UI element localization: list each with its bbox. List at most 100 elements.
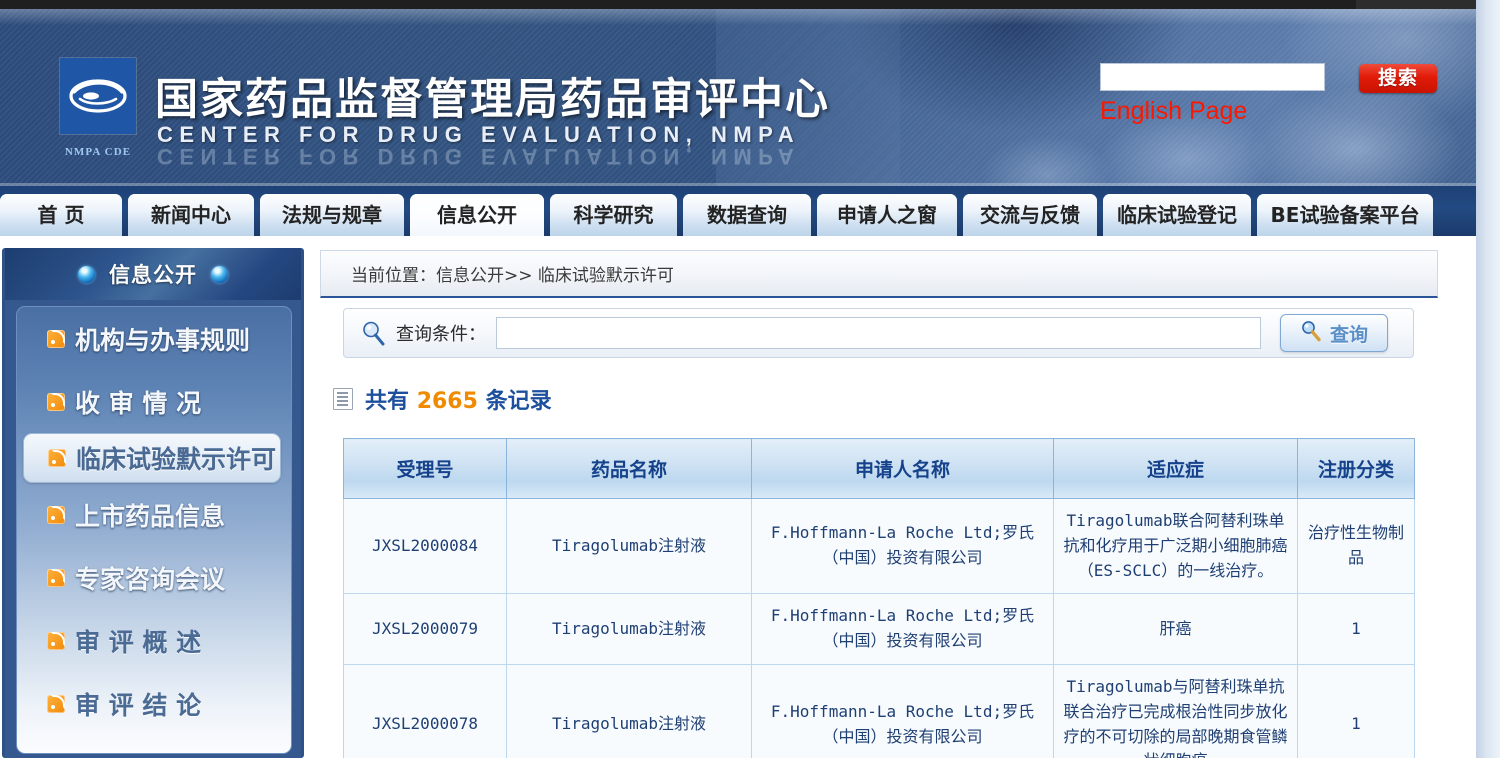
nav-tab-label: 法规与规章 [282,203,382,227]
cell-acceptance_no: JXSL2000078 [343,663,507,758]
cell-registration_class: 治疗性生物制品 [1297,497,1415,595]
sidebar-title: 信息公开 [109,263,197,287]
cell-indication: Tiragolumab联合阿替利珠单抗和化疗用于广泛期小细胞肺癌（ES-SCLC… [1053,497,1298,595]
query-bar: 查询条件： 查询 [343,308,1414,358]
table-header-cell-1: 药品名称 [506,438,752,499]
cell-indication: Tiragolumab与阿替利珠单抗联合治疗已完成根治性同步放化疗的不可切除的局… [1053,663,1298,758]
nav-tab-list: 首 页 新闻中心 法规与规章 信息公开 科学研究 数据查询 申请人之窗 交流与反馈 临床试验登记… [0,186,1439,236]
nav-tab-4[interactable]: 科学研究 [550,194,677,236]
table-row[interactable]: JXSL2000078 Tiragolumab注射液 F.Hoffmann-La R… [343,663,1415,758]
logo-caption: NMPA CDE [64,146,132,158]
table-header-cell-2: 申请人名称 [751,438,1054,499]
nav-tab-label: 交流与反馈 [980,203,1080,227]
cell-acceptance_no: JXSL2000079 [343,593,507,665]
list-icon [333,388,353,410]
page-root: NMPA CDE 国家药品监督管理局药品审评中心 CENTER FOR DRUG… [0,0,1476,758]
cell-drug_name: Tiragolumab注射液 [506,663,752,758]
nav-tab-0[interactable]: 首 页 [0,194,122,236]
query-submit-button[interactable]: 查询 [1280,314,1388,352]
cell-applicant: F.Hoffmann-La Roche Ltd;罗氏（中国）投资有限公司 [751,663,1054,758]
sidebar-item-label: 上市药品信息 [75,501,226,531]
sidebar-menu: 机构与办事规则收 审 情 况临床试验默示许可 上市药品信息 专家咨询会议审 评 概 … [16,306,292,754]
main-panel: 当前位置：信息公开>> 临床试验默示许可 查询条件： 查询 共有 2665 条记… [320,250,1458,758]
sidebar-item-0[interactable]: 机构与办事规则 [17,307,291,370]
nav-tab-label: BE试验备案平台 [1270,203,1420,227]
query-button-magnifier-icon [1300,320,1322,347]
nav-tab-label: 数据查询 [707,203,787,227]
sidebar-item-6[interactable]: 审 评 结 论 [17,672,291,735]
query-button-label: 查询 [1329,323,1368,346]
rss-icon [47,631,65,650]
nav-tab-5[interactable]: 数据查询 [683,194,811,236]
nav-tab-3[interactable]: 信息公开 [410,194,544,236]
sidebar-item-label: 临床试验默示许可 [76,445,277,474]
nav-tab-label: 新闻中心 [151,203,231,227]
rss-icon [47,694,65,713]
sidebar-item-label: 审 评 概 述 [75,627,202,657]
nav-tab-label: 首 页 [37,203,85,227]
orb-icon-right [211,265,228,283]
results-table-wrapper: 受理号 药品名称 申请人名称 适应症 注册分类 JXSL2000084 Tiragolum… [343,438,1415,758]
cell-registration_class: 1 [1297,663,1415,758]
table-header-cell-0: 受理号 [343,438,507,499]
sidebar-header: 信息公开 [5,248,301,300]
sidebar-item-label: 机构与办事规则 [75,325,251,355]
sidebar-item-3[interactable]: 上市药品信息 [17,483,291,546]
nav-tab-1[interactable]: 新闻中心 [128,194,254,236]
cde-logo-icon[interactable] [60,58,136,134]
table-row[interactable]: JXSL2000084 Tiragolumab注射液 F.Hoffmann-La R… [343,497,1415,595]
table-body: JXSL2000084 Tiragolumab注射液 F.Hoffmann-La R… [343,497,1415,758]
sidebar-item-1[interactable]: 收 审 情 况 [17,370,291,433]
record-count-text: 共有 2665 条记录 [365,383,552,415]
sidebar-item-label: 审 评 结 论 [75,690,202,720]
nav-tab-8[interactable]: 临床试验登记 [1103,194,1251,236]
nav-tab-6[interactable]: 申请人之窗 [817,194,957,236]
nav-tab-label: 申请人之窗 [837,203,937,227]
browser-viewport: NMPA CDE 国家药品监督管理局药品审评中心 CENTER FOR DRUG… [0,0,1500,758]
site-title: 国家药品监督管理局药品审评中心 [155,75,830,125]
record-count-number: 2665 [416,389,478,414]
nav-tab-label: 信息公开 [437,203,517,227]
header-search-button[interactable]: 搜索 [1359,64,1437,93]
results-table: 受理号 药品名称 申请人名称 适应症 注册分类 JXSL2000084 Tiragolum… [343,438,1415,758]
content-area: 信息公开 机构与办事规则收 审 情 况临床试验默示许可 上市药品信息 专家咨询会议审… [0,236,1476,758]
site-subtitle-reflection: CENTER FOR DRUG EVALUATION, NMPA [157,144,801,169]
query-input[interactable] [496,317,1261,349]
magnifier-icon [360,320,386,346]
nav-tab-label: 临床试验登记 [1117,203,1237,227]
nav-tab-label: 科学研究 [573,203,654,227]
query-label: 查询条件： [396,324,486,345]
header-search-input[interactable] [1100,63,1325,91]
nav-tab-7[interactable]: 交流与反馈 [963,194,1097,236]
record-count-suffix: 条记录 [485,389,552,414]
rss-icon [47,329,65,348]
sidebar-item-4[interactable]: 专家咨询会议 [17,546,291,609]
banner-sheen [0,9,1476,25]
cell-drug_name: Tiragolumab注射液 [506,497,752,595]
cell-registration_class: 1 [1297,593,1415,665]
breadcrumb: 当前位置：信息公开>> 临床试验默示许可 [351,266,674,286]
rss-icon [47,568,65,587]
table-header-cell-4: 注册分类 [1297,438,1415,499]
sidebar-item-5[interactable]: 审 评 概 述 [17,609,291,672]
sidebar-item-2[interactable]: 临床试验默示许可 [23,433,281,483]
rss-icon [47,392,65,411]
cell-drug_name: Tiragolumab注射液 [506,593,752,665]
cell-acceptance_no: JXSL2000084 [343,497,507,595]
nav-tab-9[interactable]: BE试验备案平台 [1257,194,1433,236]
nav-tab-2[interactable]: 法规与规章 [260,194,404,236]
site-banner: NMPA CDE 国家药品监督管理局药品审评中心 CENTER FOR DRUG… [0,9,1476,186]
rss-icon [47,505,65,524]
orb-icon-left [78,265,95,283]
cell-indication: 肝癌 [1053,593,1298,665]
sidebar-item-label: 专家咨询会议 [75,564,226,594]
english-page-link[interactable]: English Page [1100,97,1247,126]
table-header-row: 受理号 药品名称 申请人名称 适应症 注册分类 [343,438,1415,499]
main-navigation: 首 页 新闻中心 法规与规章 信息公开 科学研究 数据查询 申请人之窗 交流与反馈 临床试验登记… [0,186,1476,236]
breadcrumb-bar: 当前位置：信息公开>> 临床试验默示许可 [320,250,1438,298]
record-count-row: 共有 2665 条记录 [333,383,552,415]
record-count-prefix: 共有 [365,389,410,414]
browser-chrome-strip [0,0,1476,9]
table-row[interactable]: JXSL2000079 Tiragolumab注射液 F.Hoffmann-La R… [343,593,1415,665]
sidebar: 信息公开 机构与办事规则收 审 情 况临床试验默示许可 上市药品信息 专家咨询会议审… [2,248,304,758]
